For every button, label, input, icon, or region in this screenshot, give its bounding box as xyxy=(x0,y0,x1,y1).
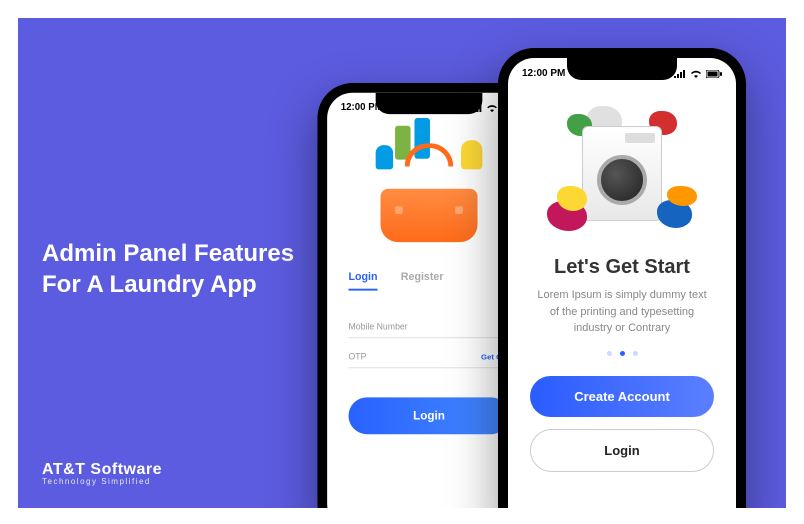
create-account-button[interactable]: Create Account xyxy=(530,376,714,417)
headline: Admin Panel Features For A Laundry App xyxy=(42,238,294,300)
brand-block: AT&T Software Technology Simplified xyxy=(42,461,162,486)
phone-onboarding-mockup: 12:00 PM Let's Get Start Lorem Ip xyxy=(498,48,746,508)
otp-label: OTP xyxy=(348,352,366,362)
washing-machine-icon xyxy=(547,106,697,236)
battery-icon xyxy=(706,70,722,78)
tab-login[interactable]: Login xyxy=(348,271,377,290)
tab-register[interactable]: Register xyxy=(401,271,444,290)
onboarding-illustration xyxy=(508,82,736,252)
mobile-label: Mobile Number xyxy=(348,322,407,332)
notch xyxy=(567,58,677,80)
notch xyxy=(376,93,483,114)
wifi-icon xyxy=(486,104,498,112)
hero-panel: Admin Panel Features For A Laundry App A… xyxy=(18,18,786,508)
phone-onboarding-screen: 12:00 PM Let's Get Start Lorem Ip xyxy=(508,58,736,508)
headline-line-1: Admin Panel Features xyxy=(42,238,294,269)
login-button[interactable]: Login xyxy=(530,429,714,472)
wifi-icon xyxy=(690,70,702,78)
mobile-field[interactable]: Mobile Number xyxy=(348,308,509,338)
dot-3[interactable] xyxy=(633,351,638,356)
dot-2[interactable] xyxy=(620,351,625,356)
status-icons xyxy=(674,70,722,78)
promo-card: Admin Panel Features For A Laundry App A… xyxy=(0,0,804,524)
brand-tagline: Technology Simplified xyxy=(42,477,162,486)
page-indicator xyxy=(508,351,736,356)
otp-field[interactable]: OTP Get Otp xyxy=(348,338,509,368)
status-time: 12:00 PM xyxy=(522,68,565,79)
login-button[interactable]: Login xyxy=(348,397,509,434)
onboarding-title: Let's Get Start xyxy=(508,256,736,279)
headline-line-2: For A Laundry App xyxy=(42,269,294,300)
onboarding-description: Lorem Ipsum is simply dummy text of the … xyxy=(508,279,736,337)
dot-1[interactable] xyxy=(607,351,612,356)
laundry-basket-icon xyxy=(371,155,487,242)
